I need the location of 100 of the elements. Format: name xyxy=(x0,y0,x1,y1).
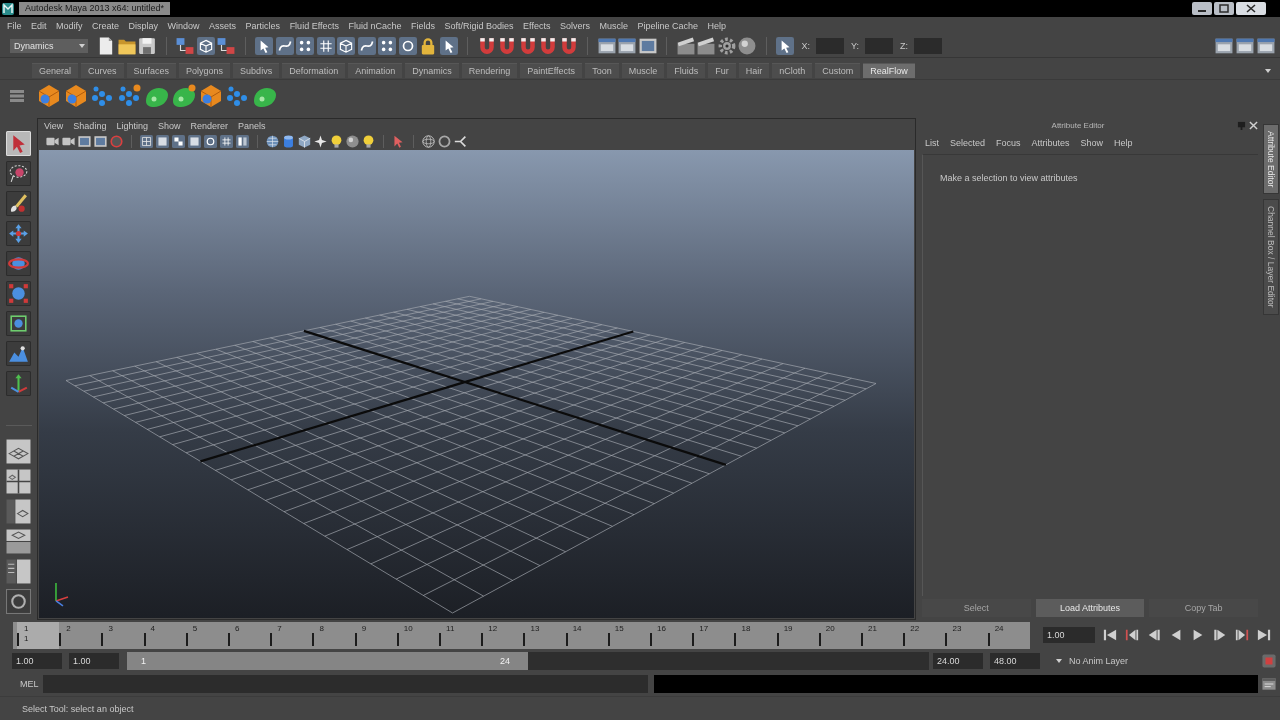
menu-item[interactable]: Fluid Effects xyxy=(289,20,339,31)
grid-panel-icon[interactable] xyxy=(6,439,31,464)
window-icon[interactable] xyxy=(1236,36,1254,55)
panel-menu-item[interactable]: View xyxy=(44,121,64,131)
shelf-tab[interactable]: Fur xyxy=(708,63,736,78)
curve-tile-icon[interactable] xyxy=(357,36,376,55)
particle-dots-icon[interactable] xyxy=(226,84,250,108)
dots-tile-icon[interactable] xyxy=(296,36,314,55)
menu-item[interactable]: Effects xyxy=(523,20,551,31)
camera-icon[interactable] xyxy=(62,135,75,148)
coordinate-field[interactable] xyxy=(913,37,942,54)
start-time-field[interactable]: 1.00 xyxy=(12,653,62,669)
menu-item[interactable]: Assets xyxy=(209,20,237,31)
next-key-icon[interactable] xyxy=(1235,628,1249,642)
timeline-frame[interactable]: 18 xyxy=(734,621,777,649)
timeline-frame[interactable]: 6 xyxy=(228,621,271,649)
shelf-tab[interactable]: Fluids xyxy=(667,63,706,78)
window-icon[interactable] xyxy=(1257,36,1275,55)
split-tile-icon[interactable] xyxy=(236,135,249,148)
shelf-tab[interactable]: Subdivs xyxy=(233,63,280,78)
shelf-tab[interactable]: Toon xyxy=(585,63,619,78)
shelf-tab[interactable]: PaintEffects xyxy=(520,63,583,78)
new-file-icon[interactable] xyxy=(97,36,115,55)
timeline-frame[interactable]: 8 xyxy=(312,621,355,649)
range-slider-track[interactable]: 1 24 xyxy=(127,652,929,670)
current-time-field[interactable]: 1.00 xyxy=(1043,627,1095,643)
move-arrows-icon[interactable] xyxy=(6,221,31,246)
curve-tile-icon[interactable] xyxy=(275,36,294,55)
shelf-tab[interactable]: Curves xyxy=(81,63,124,78)
menu-item[interactable]: Create xyxy=(92,20,120,31)
command-input-field[interactable] xyxy=(43,675,648,693)
circle-tile-icon[interactable] xyxy=(204,135,217,148)
magnet-icon[interactable] xyxy=(477,36,496,55)
wire-sphere-icon[interactable] xyxy=(422,135,435,148)
arrow-cursor-icon[interactable] xyxy=(6,131,31,156)
side-tab[interactable]: Channel Box / Layer Editor xyxy=(1263,199,1279,315)
gear-icon[interactable] xyxy=(717,36,736,55)
panel-menu-item[interactable]: Show xyxy=(157,121,181,131)
camera-icon[interactable] xyxy=(46,135,59,148)
playback-end-field[interactable]: 24.00 xyxy=(933,653,983,669)
lock-icon[interactable] xyxy=(419,36,437,55)
timeline-frame[interactable]: 9 xyxy=(354,621,397,649)
shelf-tab[interactable]: Custom xyxy=(815,63,861,78)
timeline-frame[interactable]: 20 xyxy=(818,621,862,649)
step-forward-icon[interactable] xyxy=(1213,628,1227,642)
playback-start-field[interactable]: 1.00 xyxy=(69,653,119,669)
light-bulb-icon[interactable] xyxy=(330,135,343,148)
time-slider[interactable]: 1 1 2 3 4 5 6 7 8 9 10 11 12 13 14 15 16 17 18 19 20 21 22 23 24 xyxy=(13,621,1030,649)
timeline-frame[interactable]: 15 xyxy=(607,621,651,649)
side-tab[interactable]: Attribute Editor xyxy=(1263,124,1279,195)
timeline-frame[interactable]: 17 xyxy=(692,621,735,649)
play-icon[interactable] xyxy=(1191,628,1205,642)
cube-tile-icon[interactable] xyxy=(337,36,355,55)
picture-icon[interactable] xyxy=(638,36,657,55)
step-back-icon[interactable] xyxy=(1147,628,1161,642)
caret-icon[interactable] xyxy=(1055,657,1063,665)
panel-menu-item[interactable]: List xyxy=(925,138,939,148)
window-icon[interactable] xyxy=(618,36,636,55)
magnet-icon[interactable] xyxy=(539,36,557,55)
dots-tile-icon[interactable] xyxy=(378,36,396,55)
timeline-frame[interactable]: 16 xyxy=(650,621,693,649)
timeline-frame[interactable]: 24 xyxy=(987,621,1030,649)
panel-menu-item[interactable]: Panels xyxy=(237,121,266,131)
timeline-frame[interactable]: 5 xyxy=(185,621,228,649)
shelf-tab[interactable]: RealFlow xyxy=(863,63,915,78)
close-icon[interactable] xyxy=(1236,2,1266,15)
timeline-frame[interactable]: 4 xyxy=(143,621,186,649)
timeline-frame[interactable]: 13 xyxy=(523,621,566,649)
globe-icon[interactable] xyxy=(266,135,279,148)
nodes-icon[interactable] xyxy=(217,36,235,55)
four-panel-icon[interactable] xyxy=(6,469,31,494)
circle-tile-icon[interactable] xyxy=(398,36,417,55)
timeline-frame[interactable]: 19 xyxy=(776,621,819,649)
grid-tile-icon[interactable] xyxy=(316,36,335,55)
arrow-tile-icon[interactable] xyxy=(255,36,273,55)
particle-dots-icon[interactable] xyxy=(91,84,115,108)
anim-layer-label[interactable]: No Anim Layer xyxy=(1069,656,1129,666)
bounding-box-icon[interactable] xyxy=(6,311,31,336)
cube-icon[interactable] xyxy=(298,135,311,148)
light-bulb-icon[interactable] xyxy=(362,135,375,148)
previous-key-icon[interactable] xyxy=(1125,628,1139,642)
play-backward-icon[interactable] xyxy=(1169,628,1183,642)
side-panel-icon[interactable] xyxy=(6,559,31,584)
menu-set-dropdown[interactable]: Dynamics xyxy=(10,38,88,53)
arrow-tile-icon[interactable] xyxy=(776,36,794,55)
command-language-label[interactable]: MEL xyxy=(20,679,43,689)
timeline-frame[interactable]: 7 xyxy=(270,621,313,649)
shelf-tab[interactable]: nCloth xyxy=(772,63,813,78)
menu-item[interactable]: Window xyxy=(167,20,200,31)
picture-icon[interactable] xyxy=(78,135,91,148)
branch-icon[interactable] xyxy=(454,135,467,148)
menu-item[interactable]: Help xyxy=(707,20,727,31)
wireframe-tile-icon[interactable] xyxy=(140,135,153,148)
axis-arrows-icon[interactable] xyxy=(6,371,31,396)
app-icon[interactable] xyxy=(2,2,14,15)
particle-dots-icon[interactable] xyxy=(118,84,142,108)
panel-menu-item[interactable]: Renderer xyxy=(190,121,228,131)
panel-menu-item[interactable]: Help xyxy=(1114,138,1133,148)
window-icon[interactable] xyxy=(1215,36,1233,55)
shelf-tab[interactable]: Dynamics xyxy=(405,63,459,78)
